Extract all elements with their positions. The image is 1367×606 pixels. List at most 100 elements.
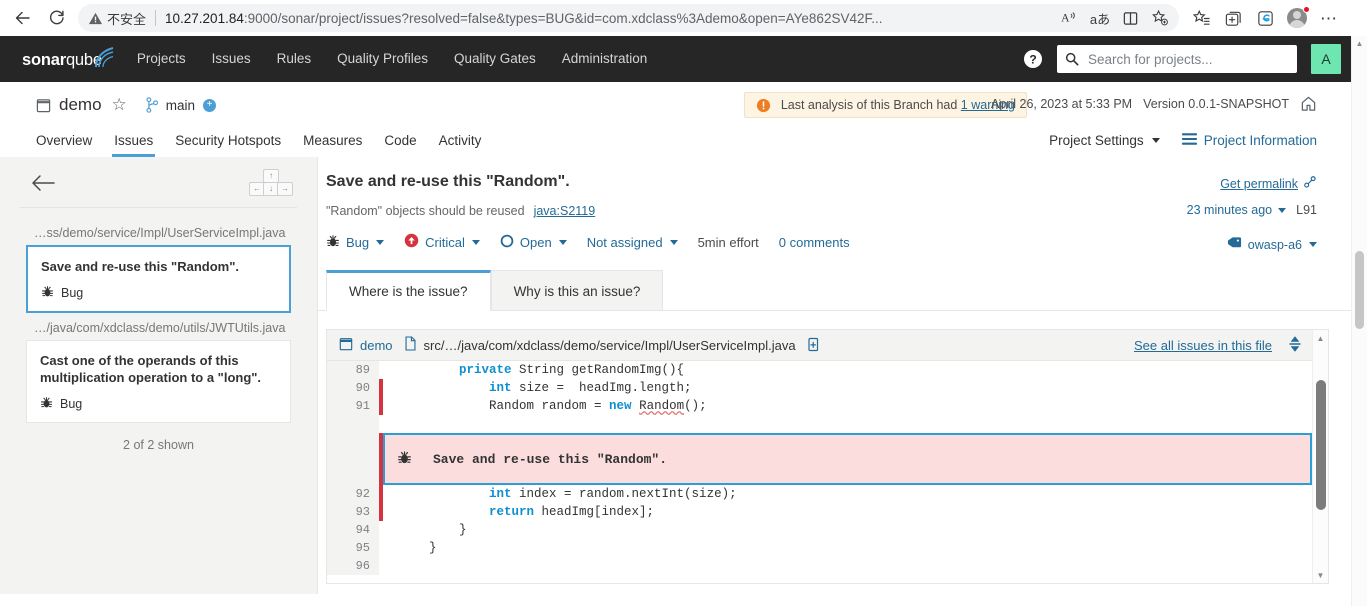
- tab-security-hotspots[interactable]: Security Hotspots: [164, 129, 292, 157]
- user-avatar[interactable]: A: [1311, 44, 1341, 74]
- tab-measures[interactable]: Measures: [292, 129, 373, 157]
- bug-icon: [40, 396, 53, 412]
- keyboard-navigation-hint: ↑ ← ↓ →: [249, 169, 293, 197]
- issue-status-selector[interactable]: Open: [500, 234, 567, 251]
- code-project-breadcrumb[interactable]: demo: [339, 337, 393, 354]
- code-text[interactable]: [383, 557, 1312, 575]
- split-screen-icon[interactable]: [1115, 4, 1145, 32]
- tab-activity[interactable]: Activity: [428, 129, 493, 157]
- page-scrollbar-thumb[interactable]: [1355, 251, 1364, 329]
- address-bar[interactable]: 不安全 10.27.201.84:9000/sonar/project/issu…: [78, 4, 1179, 32]
- code-text[interactable]: }: [383, 521, 1312, 539]
- project-search[interactable]: [1057, 45, 1297, 73]
- copilot-icon[interactable]: [1249, 3, 1281, 33]
- issue-comments-button[interactable]: 0 comments: [779, 235, 850, 250]
- tab-code[interactable]: Code: [373, 129, 427, 157]
- gutter-spacer: [327, 433, 379, 485]
- chevron-down-icon: [669, 239, 678, 245]
- bug-icon: [41, 285, 54, 301]
- line-number: 95: [327, 539, 379, 557]
- reload-icon[interactable]: [40, 3, 74, 33]
- collections-icon[interactable]: [1217, 3, 1249, 33]
- nav-item-quality-profiles[interactable]: Quality Profiles: [324, 36, 441, 82]
- project-icon: [339, 337, 353, 354]
- back-icon[interactable]: [6, 3, 40, 33]
- expand-all-icon[interactable]: [1288, 335, 1302, 355]
- analysis-warning-banner[interactable]: Last analysis of this Branch had 1 warni…: [743, 92, 1027, 118]
- code-text[interactable]: private String getRandomImg(){: [383, 361, 1312, 379]
- warning-text-prefix: Last analysis of this Branch had: [780, 98, 961, 112]
- code-text[interactable]: return headImg[index];: [383, 503, 1312, 521]
- issue-age-row: 23 minutes ago L91: [1187, 203, 1317, 217]
- not-secure-warning-icon[interactable]: [88, 11, 103, 26]
- help-icon[interactable]: ?: [1019, 45, 1047, 73]
- file-icon: [404, 336, 417, 354]
- issue-severity-selector[interactable]: Critical: [404, 233, 480, 251]
- code-scrollbar[interactable]: ▲ ▼: [1312, 330, 1328, 583]
- tab-why-is-this-an-issue[interactable]: Why is this an issue?: [490, 270, 664, 311]
- code-viewer-header: demo src/…/java/com/xdclass/demo/service…: [327, 330, 1312, 361]
- nav-item-issues[interactable]: Issues: [199, 36, 264, 82]
- code-text[interactable]: }: [383, 539, 1312, 557]
- tab-overview[interactable]: Overview: [36, 129, 103, 157]
- line-number: 89: [327, 361, 379, 379]
- page-scrollbar[interactable]: ▲: [1351, 36, 1367, 606]
- issue-meta-row: Bug Critical Open Not assigned 5min effo…: [326, 233, 1317, 251]
- back-to-list-icon[interactable]: [30, 173, 56, 193]
- project-name: demo: [59, 95, 102, 114]
- link-icon: [1303, 175, 1317, 192]
- nav-item-projects[interactable]: Projects: [124, 36, 199, 82]
- branch-icon: [145, 97, 159, 113]
- code-text[interactable]: Random random = new Random();: [383, 397, 1312, 415]
- scroll-up-icon[interactable]: ▲: [1313, 330, 1328, 346]
- chrome-actions: ⋯: [1185, 3, 1345, 33]
- page-scroll-up-icon[interactable]: ▲: [1352, 36, 1367, 50]
- copy-path-icon[interactable]: [807, 337, 821, 353]
- rule-key-link[interactable]: java:S2119: [534, 204, 596, 218]
- add-favorite-icon[interactable]: [1145, 4, 1175, 32]
- issue-type-label: Bug: [60, 396, 83, 411]
- gutter-spacer: [327, 415, 379, 433]
- list-item[interactable]: Cast one of the operands of this multipl…: [26, 339, 291, 423]
- see-all-issues-link[interactable]: See all issues in this file: [1134, 338, 1272, 353]
- issue-tags-selector[interactable]: owasp-a6: [1227, 236, 1317, 253]
- project-information-button[interactable]: Project Information: [1181, 132, 1317, 149]
- notification-dot-icon: [1303, 6, 1310, 13]
- scroll-down-icon[interactable]: ▼: [1313, 567, 1328, 583]
- get-permalink-button[interactable]: Get permalink: [1220, 175, 1317, 192]
- issues-sidebar: ↑ ← ↓ → …ss/demo/service/Impl/UserServic…: [0, 157, 318, 594]
- tab-where-is-the-issue[interactable]: Where is the issue?: [326, 270, 491, 311]
- tab-issues[interactable]: Issues: [103, 129, 164, 157]
- logo-bold: sonar: [22, 50, 66, 69]
- issue-message: Cast one of the operands of this multipl…: [40, 352, 262, 386]
- favorite-star-icon[interactable]: ☆: [112, 95, 127, 115]
- issue-assignee-selector[interactable]: Not assigned: [587, 235, 678, 250]
- profile-avatar[interactable]: [1281, 3, 1313, 33]
- branch-selector[interactable]: main +: [145, 97, 217, 113]
- search-input[interactable]: [1086, 50, 1289, 68]
- issue-rule-row: "Random" objects should be reused java:S…: [326, 204, 1317, 218]
- read-aloud-icon[interactable]: A: [1055, 4, 1085, 32]
- issue-detail-tabs: Where is the issue? Why is this an issue…: [318, 270, 1351, 311]
- nav-item-administration[interactable]: Administration: [549, 36, 661, 82]
- issue-type-selector[interactable]: Bug: [326, 234, 385, 251]
- code-scrollbar-thumb[interactable]: [1316, 380, 1326, 510]
- project-settings-button[interactable]: Project Settings: [1049, 133, 1160, 148]
- nav-item-rules[interactable]: Rules: [264, 36, 325, 82]
- page-title: Save and re-use this "Random".: [326, 173, 570, 190]
- more-options-icon[interactable]: ⋯: [1313, 3, 1345, 33]
- page-body: ↑ ← ↓ → …ss/demo/service/Impl/UserServic…: [0, 157, 1351, 594]
- home-icon[interactable]: [1300, 95, 1317, 112]
- sonarqube-logo[interactable]: sonarqube: [22, 45, 114, 73]
- nav-item-quality-gates[interactable]: Quality Gates: [441, 36, 549, 82]
- translate-icon[interactable]: aあ: [1085, 4, 1115, 32]
- inline-issue-banner[interactable]: Save and re-use this "Random".: [383, 433, 1312, 485]
- favorites-icon[interactable]: [1185, 3, 1217, 33]
- code-text[interactable]: int index = random.nextInt(size);: [383, 485, 1312, 503]
- issue-age[interactable]: 23 minutes ago: [1187, 203, 1272, 217]
- browser-toolbar: 不安全 10.27.201.84:9000/sonar/project/issu…: [0, 0, 1351, 36]
- list-item[interactable]: Save and re-use this "Random". Bug: [26, 245, 291, 313]
- code-text[interactable]: int size = headImg.length;: [383, 379, 1312, 397]
- issue-type-label: Bug: [61, 285, 84, 300]
- project-header: demo ☆ main + Last analysis of this Bran…: [0, 82, 1351, 157]
